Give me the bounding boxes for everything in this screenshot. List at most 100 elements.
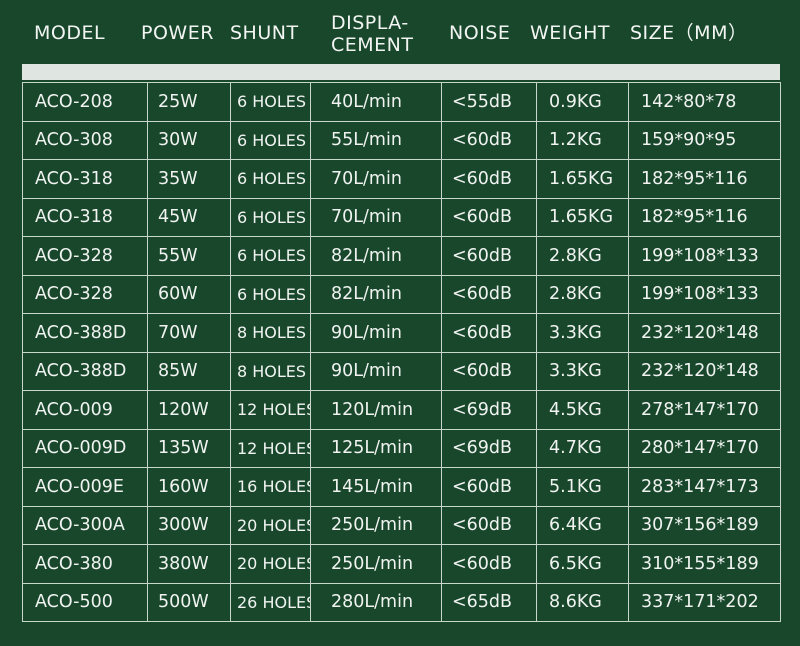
cell-shunt: 26 HOLES: [230, 582, 311, 622]
cell-weight: 6.5KG: [536, 544, 629, 584]
cell-displacement: 280L/min: [310, 582, 442, 622]
table-row: ACO-318 45W 6 HOLES 70L/min <60dB 1.65KG 182*9…: [22, 197, 781, 237]
cell-weight: 3.3KG: [536, 351, 629, 391]
cell-shunt: 16 HOLES: [230, 467, 311, 507]
cell-displacement: 40L/min: [310, 82, 442, 122]
cell-shunt: 6 HOLES: [230, 159, 311, 199]
table-row: ACO-328 55W 6 HOLES 82L/min <60dB 2.8KG 199*10…: [22, 236, 781, 276]
cell-power: 500W: [147, 582, 231, 622]
cell-shunt: 12 HOLES: [230, 428, 311, 468]
cell-model: ACO-208: [22, 82, 148, 122]
cell-weight: 6.4KG: [536, 505, 629, 545]
cell-power: 160W: [147, 467, 231, 507]
cell-weight: 5.1KG: [536, 467, 629, 507]
table-row: ACO-500 500W 26 HOLES 280L/min <65dB 8.6KG 337…: [22, 582, 781, 622]
cell-power: 300W: [147, 505, 231, 545]
cell-power: 25W: [147, 82, 231, 122]
cell-model: ACO-380: [22, 544, 148, 584]
cell-size: 199*108*133: [628, 236, 781, 276]
cell-noise: <69dB: [441, 390, 537, 430]
cell-noise: <60dB: [441, 236, 537, 276]
cell-size: 232*120*148: [628, 351, 781, 391]
header-displacement: DISPLA- CEMENT: [331, 12, 414, 56]
cell-model: ACO-500: [22, 582, 148, 622]
cell-noise: <60dB: [441, 197, 537, 237]
cell-shunt: 6 HOLES: [230, 120, 311, 160]
cell-size: 159*90*95: [628, 120, 781, 160]
header-divider-bar: [22, 64, 780, 80]
cell-weight: 1.65KG: [536, 159, 629, 199]
cell-noise: <60dB: [441, 120, 537, 160]
cell-weight: 3.3KG: [536, 313, 629, 353]
cell-power: 55W: [147, 236, 231, 276]
table-row: ACO-328 60W 6 HOLES 82L/min <60dB 2.8KG 199*10…: [22, 274, 781, 314]
cell-weight: 2.8KG: [536, 236, 629, 276]
cell-model: ACO-009: [22, 390, 148, 430]
cell-shunt: 20 HOLES: [230, 544, 311, 584]
header-noise: NOISE: [449, 22, 511, 44]
cell-size: 280*147*170: [628, 428, 781, 468]
cell-model: ACO-300A: [22, 505, 148, 545]
cell-power: 45W: [147, 197, 231, 237]
cell-noise: <60dB: [441, 274, 537, 314]
cell-size: 278*147*170: [628, 390, 781, 430]
table-row: ACO-388D 85W 8 HOLES 90L/min <60dB 3.3KG 232*1…: [22, 351, 781, 391]
cell-weight: 1.2KG: [536, 120, 629, 160]
header-model: MODEL: [34, 22, 106, 44]
cell-size: 232*120*148: [628, 313, 781, 353]
cell-power: 35W: [147, 159, 231, 199]
cell-model: ACO-318: [22, 197, 148, 237]
cell-size: 142*80*78: [628, 82, 781, 122]
cell-shunt: 12 HOLES: [230, 390, 311, 430]
cell-shunt: 6 HOLES: [230, 236, 311, 276]
cell-displacement: 90L/min: [310, 351, 442, 391]
cell-size: 307*156*189: [628, 505, 781, 545]
cell-power: 135W: [147, 428, 231, 468]
cell-model: ACO-388D: [22, 351, 148, 391]
table-row: ACO-308 30W 6 HOLES 55L/min <60dB 1.2KG 159*90…: [22, 120, 781, 160]
cell-shunt: 20 HOLES: [230, 505, 311, 545]
cell-weight: 4.5KG: [536, 390, 629, 430]
cell-displacement: 250L/min: [310, 544, 442, 584]
table-header: MODEL POWER SHUNT DISPLA- CEMENT NOISE W…: [0, 0, 800, 62]
cell-model: ACO-388D: [22, 313, 148, 353]
cell-noise: <60dB: [441, 544, 537, 584]
cell-weight: 0.9KG: [536, 82, 629, 122]
cell-size: 182*95*116: [628, 159, 781, 199]
table-row: ACO-380 380W 20 HOLES 250L/min <60dB 6.5KG 310…: [22, 544, 781, 584]
header-size: SIZE（MM）: [630, 22, 748, 44]
cell-shunt: 6 HOLES: [230, 274, 311, 314]
cell-size: 283*147*173: [628, 467, 781, 507]
table-row: ACO-009 120W 12 HOLES 120L/min <69dB 4.5KG 278…: [22, 390, 781, 430]
cell-displacement: 125L/min: [310, 428, 442, 468]
header-weight: WEIGHT: [530, 22, 611, 44]
cell-displacement: 70L/min: [310, 159, 442, 199]
cell-model: ACO-009E: [22, 467, 148, 507]
cell-shunt: 8 HOLES: [230, 351, 311, 391]
cell-power: 120W: [147, 390, 231, 430]
cell-displacement: 90L/min: [310, 313, 442, 353]
cell-noise: <69dB: [441, 428, 537, 468]
header-shunt: SHUNT: [230, 22, 299, 44]
cell-weight: 2.8KG: [536, 274, 629, 314]
cell-shunt: 6 HOLES: [230, 197, 311, 237]
cell-shunt: 6 HOLES: [230, 82, 311, 122]
cell-displacement: 145L/min: [310, 467, 442, 507]
cell-power: 30W: [147, 120, 231, 160]
cell-displacement: 120L/min: [310, 390, 442, 430]
table-row: ACO-318 35W 6 HOLES 70L/min <60dB 1.65KG 182*9…: [22, 159, 781, 199]
cell-model: ACO-328: [22, 274, 148, 314]
cell-displacement: 82L/min: [310, 274, 442, 314]
cell-power: 85W: [147, 351, 231, 391]
cell-size: 337*171*202: [628, 582, 781, 622]
cell-weight: 8.6KG: [536, 582, 629, 622]
cell-noise: <65dB: [441, 582, 537, 622]
table-row: ACO-300A 300W 20 HOLES 250L/min <60dB 6.4KG 30…: [22, 505, 781, 545]
cell-power: 380W: [147, 544, 231, 584]
table-row: ACO-009E 160W 16 HOLES 145L/min <60dB 5.1KG 28…: [22, 467, 781, 507]
cell-size: 199*108*133: [628, 274, 781, 314]
cell-weight: 4.7KG: [536, 428, 629, 468]
cell-model: ACO-009D: [22, 428, 148, 468]
cell-power: 60W: [147, 274, 231, 314]
cell-displacement: 55L/min: [310, 120, 442, 160]
